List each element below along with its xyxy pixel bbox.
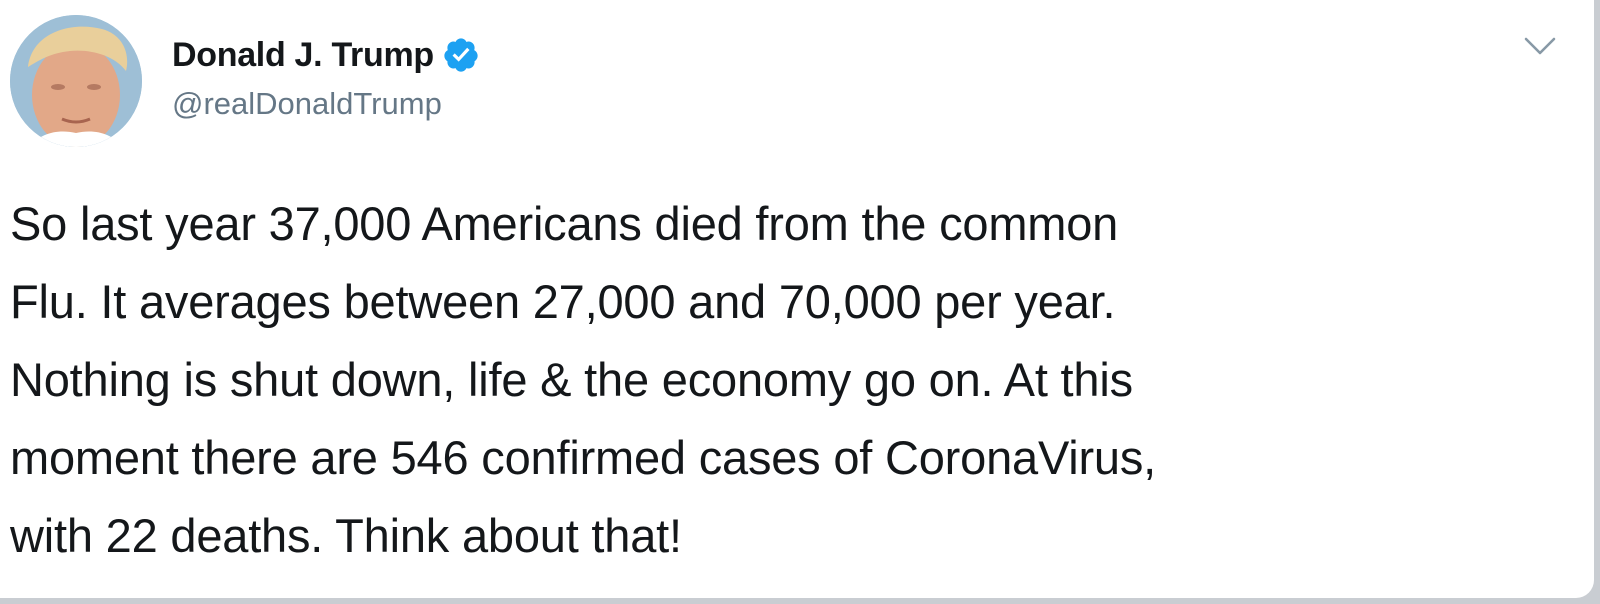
user-handle[interactable]: @realDonaldTrump bbox=[172, 86, 442, 122]
avatar-image bbox=[10, 15, 142, 147]
tweet-text-line: Nothing is shut down, life & the economy… bbox=[10, 353, 1133, 406]
tweet-text-line: with 22 deaths. Think about that! bbox=[10, 509, 682, 562]
chevron-down-icon bbox=[1524, 37, 1556, 55]
tweet-text-line: moment there are 546 confirmed cases of … bbox=[10, 431, 1157, 484]
tweet-card: Donald J. Trump @realDonaldTrump So last… bbox=[0, 0, 1594, 598]
verified-badge-icon bbox=[442, 36, 480, 74]
tweet-text-line: So last year 37,000 Americans died from … bbox=[10, 197, 1119, 250]
display-name[interactable]: Donald J. Trump bbox=[172, 36, 434, 75]
tweet-header: Donald J. Trump @realDonaldTrump bbox=[0, 0, 1594, 170]
avatar[interactable] bbox=[10, 15, 142, 147]
tweet-menu-button[interactable] bbox=[1520, 30, 1560, 62]
name-row: Donald J. Trump bbox=[172, 33, 480, 77]
tweet-text-line: Flu. It averages between 27,000 and 70,0… bbox=[10, 275, 1116, 328]
tweet-text: So last year 37,000 Americans died from … bbox=[10, 185, 1570, 575]
